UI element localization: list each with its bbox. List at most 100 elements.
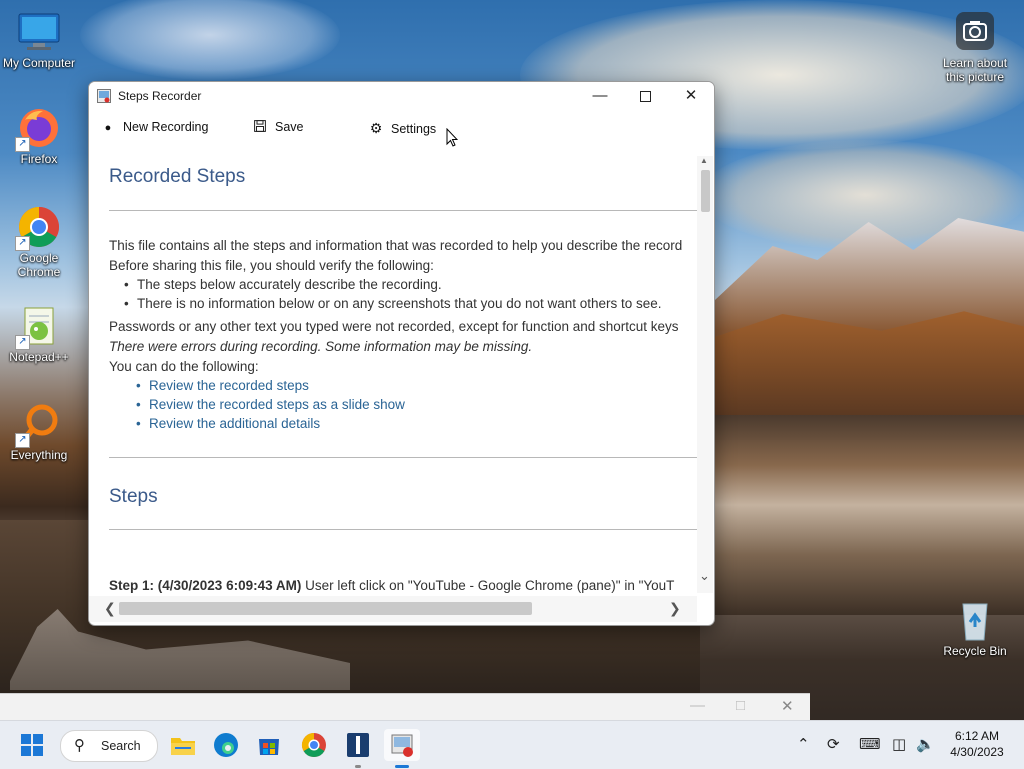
network-icon[interactable]: ◫ bbox=[892, 735, 906, 753]
gear-icon: ⚙ bbox=[369, 120, 383, 136]
desktop-icon-firefox[interactable]: ↗ Firefox bbox=[0, 106, 78, 166]
close-icon[interactable]: ✕ bbox=[781, 697, 794, 715]
horizontal-scroll-thumb[interactable] bbox=[119, 602, 532, 615]
app-icon bbox=[347, 733, 369, 757]
lake-reflection bbox=[700, 415, 1024, 615]
desktop-icon-recycle-bin[interactable]: Recycle Bin bbox=[936, 598, 1014, 658]
learn-about-picture-label: Learn about this picture bbox=[942, 56, 1008, 84]
intro-text: This file contains all the steps and inf… bbox=[109, 238, 683, 253]
desktop-icon-label: Firefox bbox=[20, 152, 58, 166]
maximize-button[interactable] bbox=[622, 82, 668, 112]
scroll-down-icon[interactable]: ⌄ bbox=[699, 568, 710, 584]
heading-steps: Steps bbox=[109, 486, 158, 507]
shortcut-arrow-icon: ↗ bbox=[15, 236, 30, 251]
step-1-description: User left click on "YouTube - Google Chr… bbox=[301, 578, 675, 593]
keyboard-icon[interactable]: ⌨ bbox=[859, 735, 881, 753]
microsoft-store-button[interactable] bbox=[253, 729, 285, 761]
shortcut-arrow-icon: ↗ bbox=[15, 433, 30, 448]
learn-about-picture[interactable]: Learn about this picture bbox=[936, 12, 1014, 84]
maximize-icon[interactable]: □ bbox=[736, 697, 745, 714]
folder-icon bbox=[171, 738, 195, 755]
windows-logo-icon bbox=[21, 734, 43, 756]
volume-icon[interactable]: 🔈 bbox=[916, 735, 935, 753]
edge-button[interactable] bbox=[210, 729, 242, 761]
background-window-strip[interactable]: — □ ✕ bbox=[0, 693, 810, 721]
save-icon bbox=[253, 120, 267, 134]
show-hidden-icons-chevron-icon[interactable]: ⌃ bbox=[797, 735, 810, 753]
steps-recorder-taskbar-button[interactable] bbox=[384, 729, 420, 768]
minimize-icon[interactable]: — bbox=[690, 697, 705, 714]
window-title: Steps Recorder bbox=[118, 89, 202, 103]
firefox-icon: ↗ bbox=[15, 106, 61, 152]
vertical-scroll-thumb[interactable] bbox=[701, 170, 710, 212]
link-additional-details[interactable]: Review the additional details bbox=[136, 416, 320, 431]
camera-icon bbox=[956, 12, 994, 50]
search-label: Search bbox=[101, 739, 141, 753]
new-recording-button[interactable]: ● New Recording bbox=[101, 120, 209, 134]
save-button[interactable]: Save bbox=[253, 120, 304, 134]
check-item: The steps below accurately describe the … bbox=[124, 277, 442, 292]
clock[interactable]: 6:12 AM 4/30/2023 bbox=[946, 728, 1008, 760]
settings-button[interactable]: ⚙ Settings bbox=[369, 120, 436, 137]
search-icon: ⚲ bbox=[74, 737, 85, 754]
scroll-right-icon[interactable]: ❯ bbox=[669, 600, 681, 617]
shortcut-arrow-icon: ↗ bbox=[15, 137, 30, 152]
start-button[interactable] bbox=[16, 729, 48, 761]
edge-icon bbox=[214, 733, 238, 757]
vertical-scrollbar[interactable]: ▲ ⌄ bbox=[697, 156, 713, 593]
everything-search-icon: ↗ bbox=[15, 402, 61, 448]
horizontal-scrollbar[interactable]: ❮ ❯ bbox=[89, 596, 697, 622]
mouse-cursor-icon bbox=[446, 128, 458, 147]
desktop-icon-label: Recycle Bin bbox=[943, 644, 1007, 658]
taskbar: ⚲ Search ⌃ ⟳ ⌨ ◫ 🔈 6:12 AM 4/30/2023 bbox=[0, 720, 1024, 769]
notepadpp-icon: ↗ bbox=[15, 304, 61, 350]
link-slide-show[interactable]: Review the recorded steps as a slide sho… bbox=[136, 397, 405, 412]
app-taskbar-button[interactable] bbox=[342, 729, 374, 768]
desktop-icon-label: Everything bbox=[10, 448, 68, 462]
save-label: Save bbox=[275, 120, 304, 134]
title-bar[interactable]: Steps Recorder — ✕ bbox=[89, 82, 714, 112]
toolbar: ● New Recording Save ⚙ Settings bbox=[89, 112, 714, 144]
divider bbox=[109, 210, 697, 211]
close-icon: ✕ bbox=[684, 87, 698, 104]
desktop-icon-my-computer[interactable]: My Computer bbox=[0, 10, 78, 70]
record-dot-icon: ● bbox=[104, 122, 112, 134]
link-review-steps[interactable]: Review the recorded steps bbox=[136, 378, 309, 393]
steps-recorder-icon bbox=[391, 734, 413, 757]
chrome-taskbar-button[interactable] bbox=[298, 729, 330, 761]
desktop-icon-everything[interactable]: ↗ Everything bbox=[0, 402, 78, 462]
recorded-steps-document[interactable]: Recorded Steps This file contains all th… bbox=[90, 156, 697, 593]
clock-time: 6:12 AM bbox=[954, 729, 1000, 743]
heading-recorded-steps: Recorded Steps bbox=[109, 166, 246, 187]
desktop-icon-label: Notepad++ bbox=[9, 350, 69, 364]
check-item: There is no information below or on any … bbox=[124, 296, 662, 311]
divider bbox=[109, 457, 697, 458]
chrome-icon: ↗ bbox=[15, 205, 61, 251]
maximize-icon bbox=[639, 91, 651, 102]
recycle-bin-icon bbox=[953, 598, 997, 642]
desktop-icon-chrome[interactable]: ↗ Google Chrome bbox=[0, 205, 78, 279]
settings-label: Settings bbox=[391, 122, 437, 136]
verify-text: Before sharing this file, you should ver… bbox=[109, 258, 434, 273]
desktop-icon-label: Google Chrome bbox=[17, 251, 61, 279]
passwords-text: Passwords or any other text you typed we… bbox=[109, 319, 679, 334]
minimize-icon: — bbox=[592, 87, 608, 104]
minimize-button[interactable]: — bbox=[577, 82, 623, 112]
new-recording-label: New Recording bbox=[123, 120, 209, 134]
desktop-icon-notepadpp[interactable]: ↗ Notepad++ bbox=[0, 304, 78, 364]
divider bbox=[109, 529, 697, 530]
file-explorer-button[interactable] bbox=[167, 729, 199, 761]
can-do-text: You can do the following: bbox=[109, 359, 259, 374]
step-1-label: Step 1: (4/30/2023 6:09:43 AM) bbox=[109, 578, 302, 593]
desktop-icon-label: My Computer bbox=[2, 56, 76, 70]
monitor-icon bbox=[17, 10, 61, 54]
sync-icon[interactable]: ⟳ bbox=[827, 735, 840, 753]
close-button[interactable]: ✕ bbox=[668, 82, 714, 112]
scroll-up-icon[interactable]: ▲ bbox=[700, 156, 708, 165]
store-icon bbox=[259, 739, 279, 755]
step-1-text: Step 1: (4/30/2023 6:09:43 AM) User left… bbox=[109, 576, 674, 593]
scroll-left-icon[interactable]: ❮ bbox=[104, 600, 116, 617]
chrome-icon bbox=[301, 733, 326, 758]
cloud bbox=[80, 0, 340, 80]
taskbar-search[interactable]: ⚲ Search bbox=[60, 730, 158, 762]
